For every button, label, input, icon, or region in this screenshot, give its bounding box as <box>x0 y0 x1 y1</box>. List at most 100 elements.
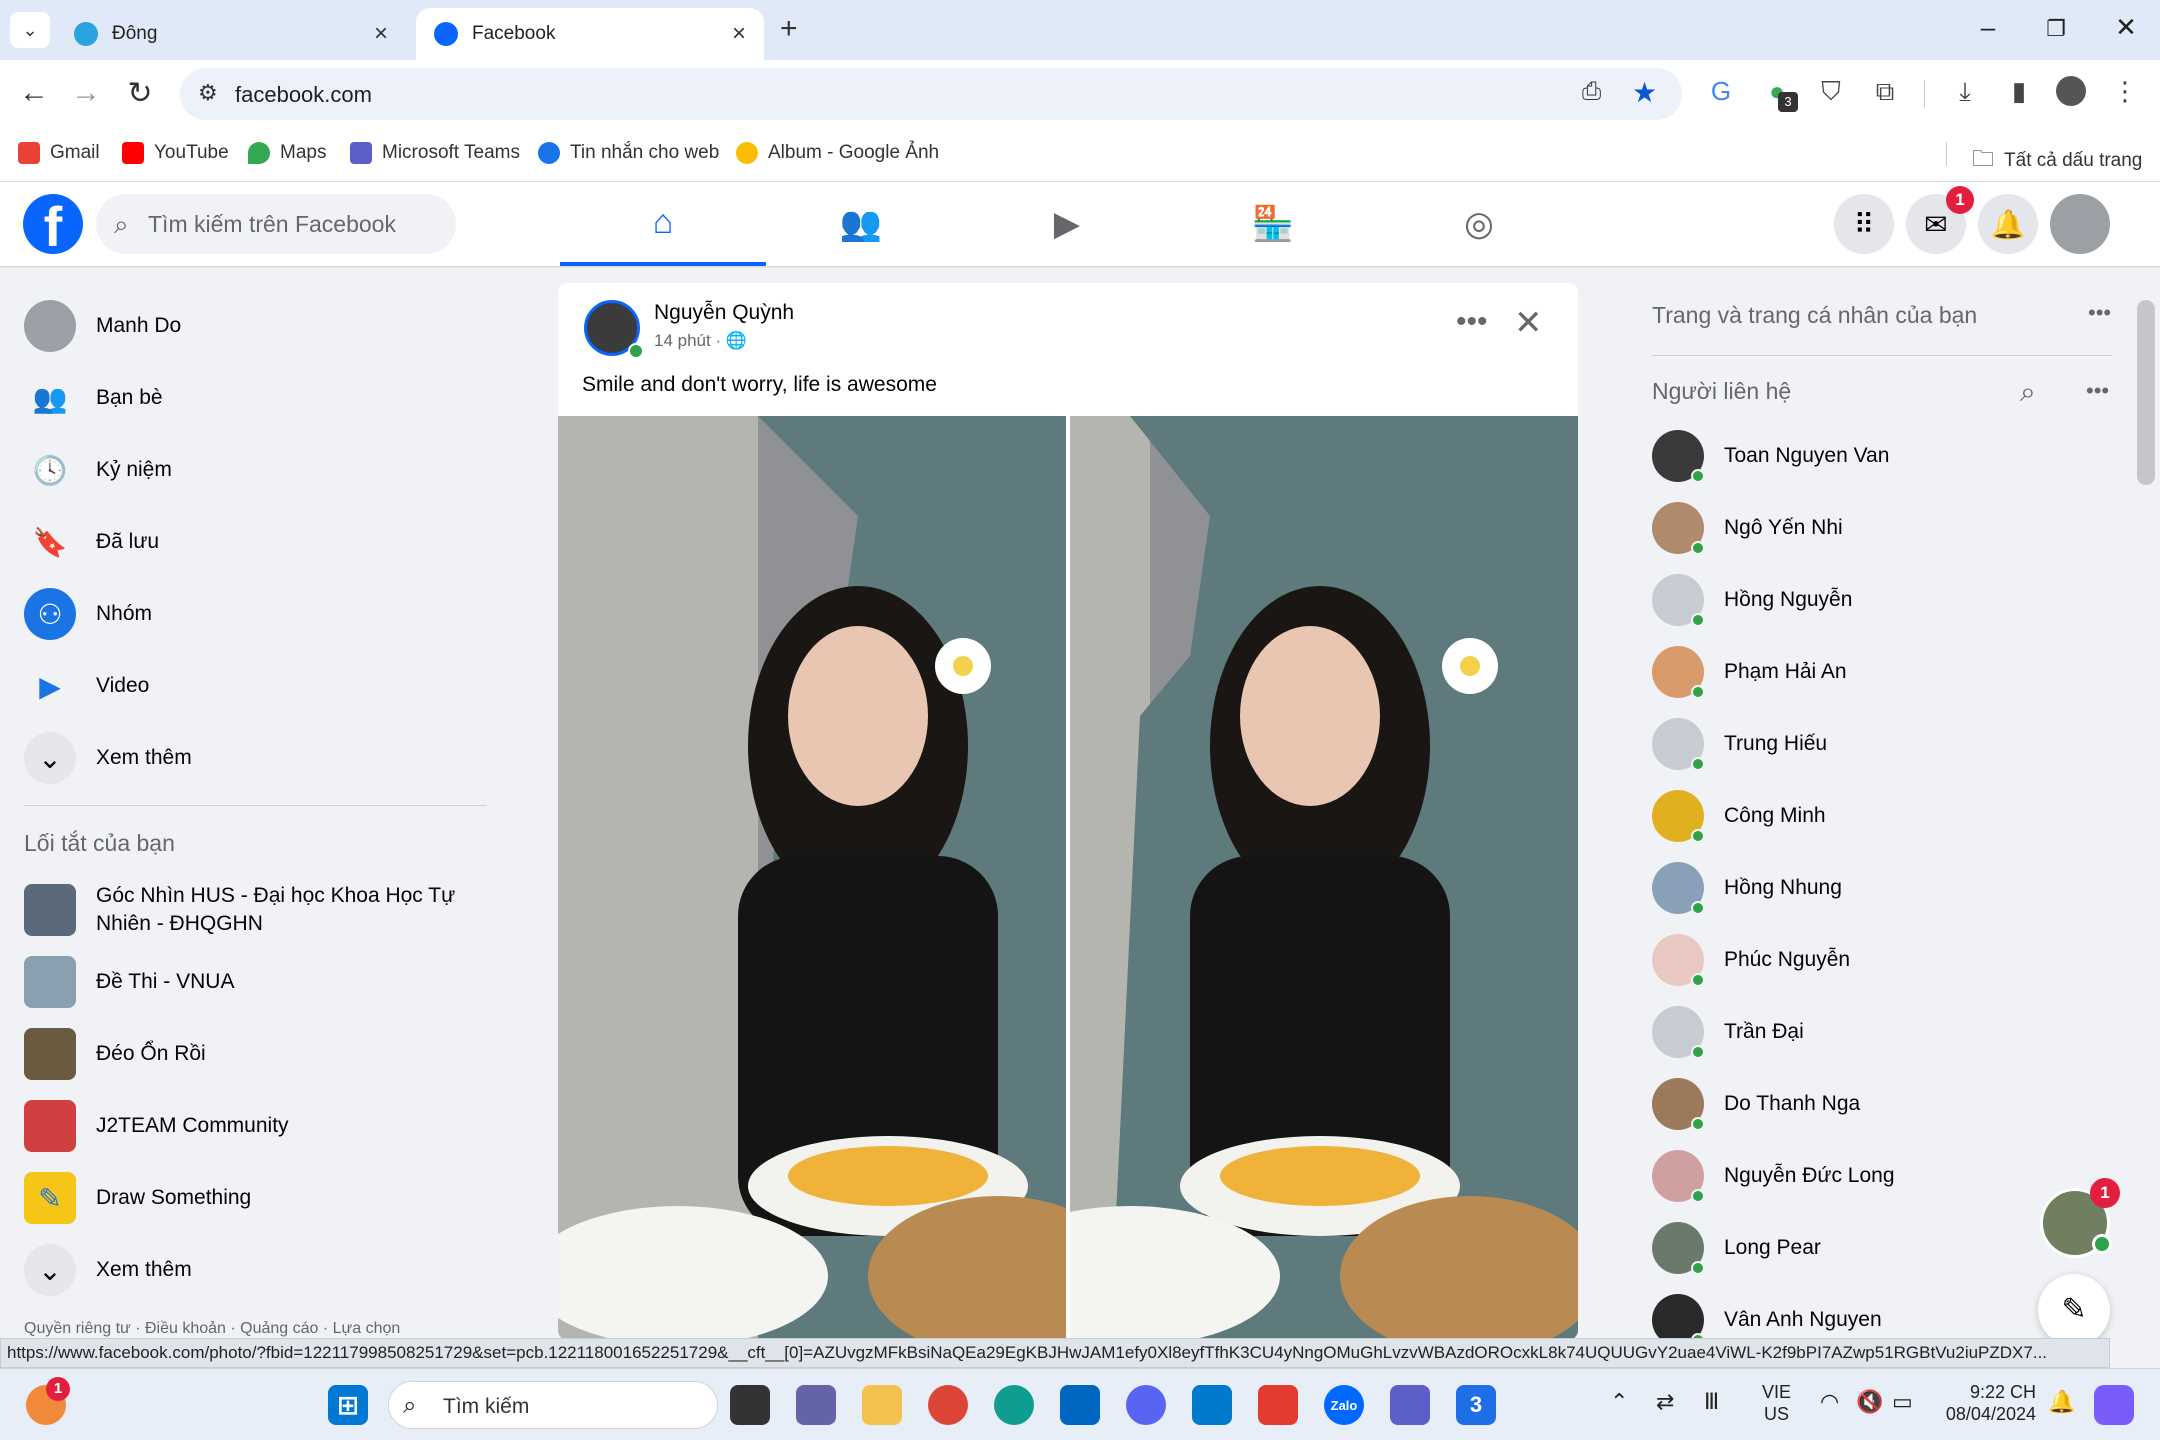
facebook-search[interactable]: ⌕ <box>96 194 456 254</box>
nav-memories-link[interactable]: 🕓 Kỷ niệm <box>24 440 484 500</box>
post-photo[interactable] <box>1070 416 1578 1340</box>
nav-groups[interactable]: ◎ <box>1376 182 1582 266</box>
account-avatar[interactable] <box>2050 194 2110 254</box>
nav-home[interactable]: ⌂ <box>560 182 766 266</box>
chevron-up-icon[interactable]: ⌃ <box>1610 1389 1628 1415</box>
nav-saved-link[interactable]: 🔖 Đã lưu <box>24 512 484 572</box>
back-icon[interactable]: ← <box>14 76 54 110</box>
download-icon[interactable]: ⤓ <box>1950 76 1980 106</box>
tab-telegram[interactable]: Đông × <box>56 8 406 60</box>
footer-links[interactable]: Quyền riêng tư · Điều khoản · Quảng cáo … <box>24 1320 400 1338</box>
tab-search-button[interactable]: ⌄ <box>10 12 50 48</box>
bookmark-messages[interactable]: Tin nhắn cho web <box>538 142 719 164</box>
bookmark-photos[interactable]: Album - Google Ảnh <box>736 142 939 164</box>
more-options-icon[interactable]: ••• <box>1456 305 1488 339</box>
reload-icon[interactable]: ↻ <box>120 76 160 111</box>
profile-link[interactable]: Manh Do <box>24 296 484 356</box>
facebook-logo[interactable]: f <box>23 194 83 254</box>
clock[interactable]: 9:22 CH 08/04/2024 <box>1940 1381 2036 1425</box>
store-icon[interactable] <box>1060 1385 1100 1425</box>
copilot-icon[interactable] <box>2094 1385 2134 1425</box>
close-icon[interactable]: ✕ <box>1514 303 1543 343</box>
tab-facebook[interactable]: Facebook × <box>416 8 764 60</box>
start-button[interactable]: ⊞ <box>328 1385 368 1425</box>
task-view-icon[interactable] <box>730 1385 770 1425</box>
close-tab-icon[interactable]: × <box>374 20 388 48</box>
translate-icon[interactable]: G <box>1706 76 1736 106</box>
battery-icon[interactable]: ▭ <box>1892 1389 1913 1415</box>
side-panel-icon[interactable]: ▮ <box>2004 76 2034 106</box>
minimize-icon[interactable]: – <box>1968 12 2008 43</box>
wifi-icon[interactable]: ◠ <box>1820 1389 1839 1415</box>
contact-item[interactable]: Hồng Nguyễn <box>1652 568 2072 632</box>
edge-icon[interactable] <box>994 1385 1034 1425</box>
shortcut-item[interactable]: Góc Nhìn HUS - Đại học Khoa Học Tự Nhiên… <box>24 878 484 942</box>
language-indicator[interactable]: VIE US <box>1762 1381 1791 1425</box>
teams-icon[interactable] <box>1390 1385 1430 1425</box>
contact-item[interactable]: Long Pear <box>1652 1216 2072 1280</box>
chat-app-icon[interactable] <box>796 1385 836 1425</box>
post-photo[interactable] <box>558 416 1066 1340</box>
scrollbar[interactable] <box>2137 300 2155 485</box>
close-tab-icon[interactable]: × <box>732 20 746 48</box>
profile-avatar[interactable] <box>2056 76 2086 106</box>
bookmark-gmail[interactable]: Gmail <box>18 142 100 164</box>
contact-item[interactable]: Nguyễn Đức Long <box>1652 1144 2072 1208</box>
nav-video[interactable]: ▶ <box>964 182 1170 266</box>
all-bookmarks-button[interactable]: 🗀 Tất cả dấu trang <box>1972 142 2142 180</box>
chrome-icon[interactable] <box>928 1385 968 1425</box>
nav-friends-link[interactable]: 👥 Bạn bè <box>24 368 484 428</box>
meter-tray-icon[interactable]: Ⅲ <box>1704 1389 1719 1415</box>
contacts-search-icon[interactable]: ⌕ <box>2020 376 2036 409</box>
taskbar-search[interactable]: ⌕ Tìm kiếm <box>388 1381 718 1429</box>
search-input[interactable] <box>148 208 438 240</box>
contact-item[interactable]: Trần Đại <box>1652 1000 2072 1064</box>
contact-item[interactable]: Ngô Yến Nhi <box>1652 496 2072 560</box>
new-tab-button[interactable]: + <box>780 12 798 46</box>
pages-more-icon[interactable]: ••• <box>2088 300 2111 326</box>
shortcuts-see-more-button[interactable]: ⌄ Xem thêm <box>24 1240 484 1300</box>
post-author-name[interactable]: Nguyễn Quỳnh <box>654 301 794 325</box>
see-more-button[interactable]: ⌄ Xem thêm <box>24 728 484 788</box>
extension-icon[interactable]: ● 3 <box>1762 76 1798 112</box>
shield-icon[interactable]: ⛉ <box>1816 76 1846 106</box>
contact-item[interactable]: Do Thanh Nga <box>1652 1072 2072 1136</box>
site-info-icon[interactable]: ⚙ <box>198 80 218 106</box>
notifications-button[interactable]: 🔔 <box>1978 194 2038 254</box>
file-explorer-icon[interactable] <box>862 1385 902 1425</box>
vscode-icon[interactable] <box>1192 1385 1232 1425</box>
menu-dots-icon[interactable]: ⋮ <box>2110 76 2140 106</box>
contact-item[interactable]: Phúc Nguyễn <box>1652 928 2072 992</box>
contact-item[interactable]: Hồng Nhung <box>1652 856 2072 920</box>
shortcut-item[interactable]: J2TEAM Community <box>24 1096 484 1156</box>
bookmark-youtube[interactable]: YouTube <box>122 142 229 164</box>
notification-bell-icon[interactable]: 🔔 <box>2048 1389 2075 1415</box>
new-message-button[interactable]: ✎ <box>2038 1274 2110 1346</box>
address-bar[interactable]: ⚙ facebook.com ⎙ ★ <box>180 68 1682 120</box>
discord-icon[interactable] <box>1126 1385 1166 1425</box>
shortcut-item[interactable]: Đề Thi - VNUA <box>24 952 484 1012</box>
url-text[interactable]: facebook.com <box>235 82 372 108</box>
volume-muted-icon[interactable]: 🔇 <box>1856 1389 1883 1415</box>
shortcut-item[interactable]: ✎ Draw Something <box>24 1168 484 1228</box>
contact-item[interactable]: Toan Nguyen Van <box>1652 424 2072 488</box>
install-app-icon[interactable]: ⎙ <box>1582 78 1601 106</box>
nav-friends[interactable]: 👥 <box>758 182 964 266</box>
nav-groups-link[interactable]: ⚇ Nhóm <box>24 584 484 644</box>
app-3-icon[interactable]: 3 <box>1456 1385 1496 1425</box>
contact-item[interactable]: Công Minh <box>1652 784 2072 848</box>
puzzle-icon[interactable]: ⧉ <box>1870 76 1900 106</box>
bookmark-star-icon[interactable]: ★ <box>1632 76 1657 109</box>
contacts-more-icon[interactable]: ••• <box>2086 378 2109 404</box>
forward-icon[interactable]: → <box>66 76 106 110</box>
menu-button[interactable]: ⠿ <box>1834 194 1894 254</box>
nav-video-link[interactable]: ▶ Video <box>24 656 484 716</box>
contact-item[interactable]: Phạm Hải An <box>1652 640 2072 704</box>
shortcut-item[interactable]: Đéo Ổn Rồi <box>24 1024 484 1084</box>
restore-icon[interactable]: ❐ <box>2036 16 2076 42</box>
zalo-icon[interactable]: Zalo <box>1324 1385 1364 1425</box>
bookmark-teams[interactable]: Microsoft Teams <box>350 142 520 164</box>
close-window-icon[interactable]: ✕ <box>2106 12 2146 43</box>
wps-icon[interactable] <box>1258 1385 1298 1425</box>
bookmark-maps[interactable]: Maps <box>248 142 326 164</box>
